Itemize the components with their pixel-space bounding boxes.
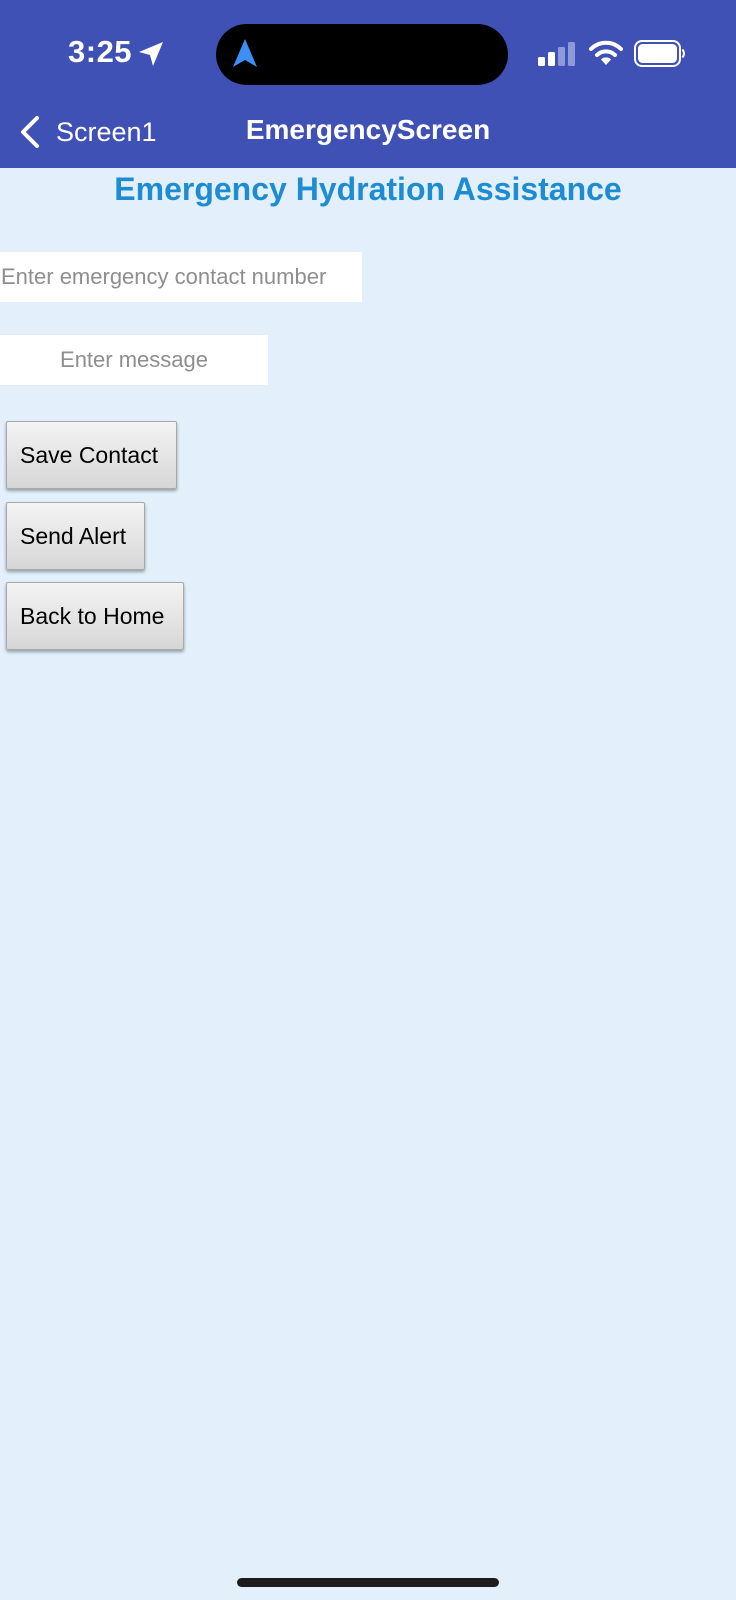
wifi-icon xyxy=(589,40,623,66)
home-indicator[interactable] xyxy=(237,1578,499,1587)
message-input[interactable] xyxy=(0,335,268,385)
emergency-contact-input[interactable] xyxy=(0,252,362,302)
dynamic-island xyxy=(216,24,508,85)
location-arrow-icon xyxy=(137,40,165,68)
status-time: 3:25 xyxy=(68,34,133,69)
page-title: Emergency Hydration Assistance xyxy=(114,171,622,207)
cellular-signal-icon xyxy=(538,42,576,66)
back-to-home-button[interactable]: Back to Home xyxy=(6,582,184,650)
save-contact-button[interactable]: Save Contact xyxy=(6,421,177,489)
navigation-icon xyxy=(232,38,258,68)
app-header: 3:25 Screen1 EmergencyScreen xyxy=(0,0,736,168)
screen-title: EmergencyScreen xyxy=(245,114,491,145)
battery-icon xyxy=(634,40,686,67)
send-alert-button[interactable]: Send Alert xyxy=(6,502,145,570)
